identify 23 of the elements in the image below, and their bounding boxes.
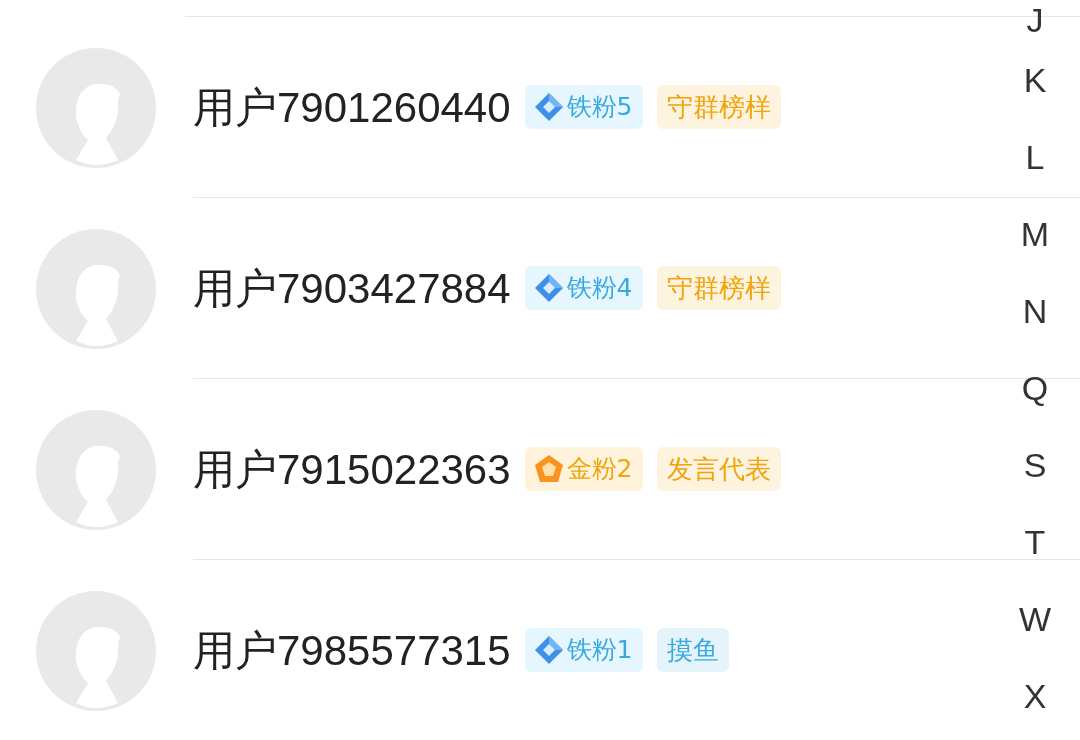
fan-level-badge: 金粉2 (524, 447, 643, 491)
index-letter[interactable]: L (1025, 119, 1045, 196)
fan-level-badge: 铁粉4 (524, 266, 643, 310)
fan-level-badge: 铁粉5 (524, 85, 643, 129)
index-letter[interactable]: K (1023, 42, 1047, 119)
member-tag: 发言代表 (656, 447, 781, 491)
member-tag: 摸鱼 (656, 628, 729, 672)
index-letter[interactable]: X (1023, 658, 1047, 735)
pentagon-icon (532, 453, 565, 485)
user-name: 用户7985577315 (193, 625, 511, 676)
user-name: 用户7903427884 (193, 263, 511, 314)
member-tag: 守群榜样 (656, 85, 781, 129)
index-letter[interactable]: T (1024, 504, 1046, 581)
fan-level-badge: 铁粉1 (524, 628, 643, 672)
index-letter[interactable]: J (1026, 0, 1044, 42)
index-letter[interactable]: N (1022, 273, 1048, 350)
index-letter[interactable]: W (1018, 581, 1052, 658)
user-name: 用户7901260440 (193, 82, 511, 133)
index-letter[interactable]: S (1023, 427, 1047, 504)
index-letter[interactable]: Q (1021, 350, 1049, 427)
member-tag: 守群榜样 (656, 266, 781, 310)
index-letter[interactable]: M (1020, 196, 1050, 273)
user-name: 用户7915022363 (193, 444, 511, 495)
